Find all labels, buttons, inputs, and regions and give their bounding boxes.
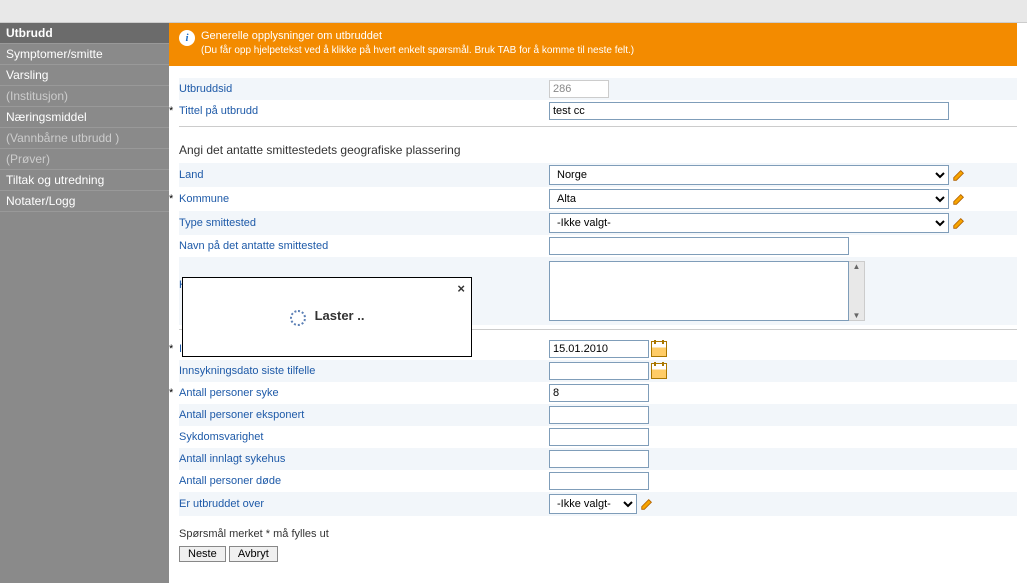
label-kommune[interactable]: Kommune xyxy=(179,191,549,207)
label-sykdomsvarighet[interactable]: Sykdomsvarighet xyxy=(179,429,549,445)
top-toolbar xyxy=(0,0,1027,23)
label-antall-dode[interactable]: Antall personer døde xyxy=(179,473,549,489)
select-kommune[interactable]: Alta xyxy=(549,189,949,209)
loading-modal: × Laster .. xyxy=(182,277,472,357)
calendar-icon[interactable] xyxy=(651,363,667,379)
label-utbruddet-over[interactable]: Er utbruddet over xyxy=(179,496,549,512)
sidebar-item-vannbarne[interactable]: (Vannbårne utbrudd ) xyxy=(0,128,169,149)
edit-icon[interactable] xyxy=(952,192,966,206)
label-utbruddsid[interactable]: Utbruddsid xyxy=(179,81,549,97)
label-antall-innlagt[interactable]: Antall innlagt sykehus xyxy=(179,451,549,467)
textarea-scrollbar[interactable]: ▲▼ xyxy=(849,261,865,321)
label-antall-syke[interactable]: Antall personer syke xyxy=(179,385,549,401)
close-icon[interactable]: × xyxy=(457,281,465,296)
edit-icon[interactable] xyxy=(952,216,966,230)
input-antall-innlagt[interactable] xyxy=(549,450,649,468)
sidebar-item-utbrudd[interactable]: Utbrudd xyxy=(0,23,169,44)
input-tittel[interactable] xyxy=(549,102,949,120)
input-navn-smittested[interactable] xyxy=(549,237,849,255)
sidebar-item-tiltak[interactable]: Tiltak og utredning xyxy=(0,170,169,191)
value-utbruddsid: 286 xyxy=(549,80,609,98)
edit-icon[interactable] xyxy=(952,168,966,182)
section-geo-heading: Angi det antatte smittestedets geografis… xyxy=(179,135,1017,163)
input-antall-eksponert[interactable] xyxy=(549,406,649,424)
sidebar-item-notater[interactable]: Notater/Logg xyxy=(0,191,169,212)
input-antall-dode[interactable] xyxy=(549,472,649,490)
next-button[interactable]: Neste xyxy=(179,546,226,562)
edit-icon[interactable] xyxy=(640,497,654,511)
sidebar-item-naeringsmiddel[interactable]: Næringsmiddel xyxy=(0,107,169,128)
calendar-icon[interactable] xyxy=(651,341,667,357)
sidebar-item-varsling[interactable]: Varsling xyxy=(0,65,169,86)
select-utbruddet-over[interactable]: -Ikke valgt- xyxy=(549,494,637,514)
select-type-smittested[interactable]: -Ikke valgt- xyxy=(549,213,949,233)
input-innsykningsdato-siste[interactable] xyxy=(549,362,649,380)
label-antall-eksponert[interactable]: Antall personer eksponert xyxy=(179,407,549,423)
sidebar-item-prover[interactable]: (Prøver) xyxy=(0,149,169,170)
info-banner: i Generelle opplysninger om utbruddet (D… xyxy=(169,23,1017,66)
loading-text: Laster .. xyxy=(315,308,365,323)
label-type-smittested[interactable]: Type smittested xyxy=(179,215,549,231)
banner-subtitle: (Du får opp hjelpetekst ved å klikke på … xyxy=(201,44,634,58)
info-icon: i xyxy=(179,30,195,46)
select-land[interactable]: Norge xyxy=(549,165,949,185)
sidebar: Utbrudd Symptomer/smitte Varsling (Insti… xyxy=(0,23,169,583)
label-navn-smittested[interactable]: Navn på det antatte smittested xyxy=(179,238,549,254)
textarea-kommentar[interactable] xyxy=(549,261,849,321)
input-antall-syke[interactable] xyxy=(549,384,649,402)
required-note: Spørsmål merket * må fylles ut xyxy=(179,528,1017,540)
banner-title: Generelle opplysninger om utbruddet xyxy=(201,29,634,44)
input-innsykningsdato[interactable] xyxy=(549,340,649,358)
sidebar-item-symptomer[interactable]: Symptomer/smitte xyxy=(0,44,169,65)
sidebar-item-institusjon[interactable]: (Institusjon) xyxy=(0,86,169,107)
label-tittel[interactable]: Tittel på utbrudd xyxy=(179,103,549,119)
input-sykdomsvarighet[interactable] xyxy=(549,428,649,446)
spinner-icon xyxy=(290,310,306,326)
cancel-button[interactable]: Avbryt xyxy=(229,546,278,562)
label-land[interactable]: Land xyxy=(179,167,549,183)
label-innsykningsdato-siste[interactable]: Innsykningsdato siste tilfelle xyxy=(179,363,549,379)
